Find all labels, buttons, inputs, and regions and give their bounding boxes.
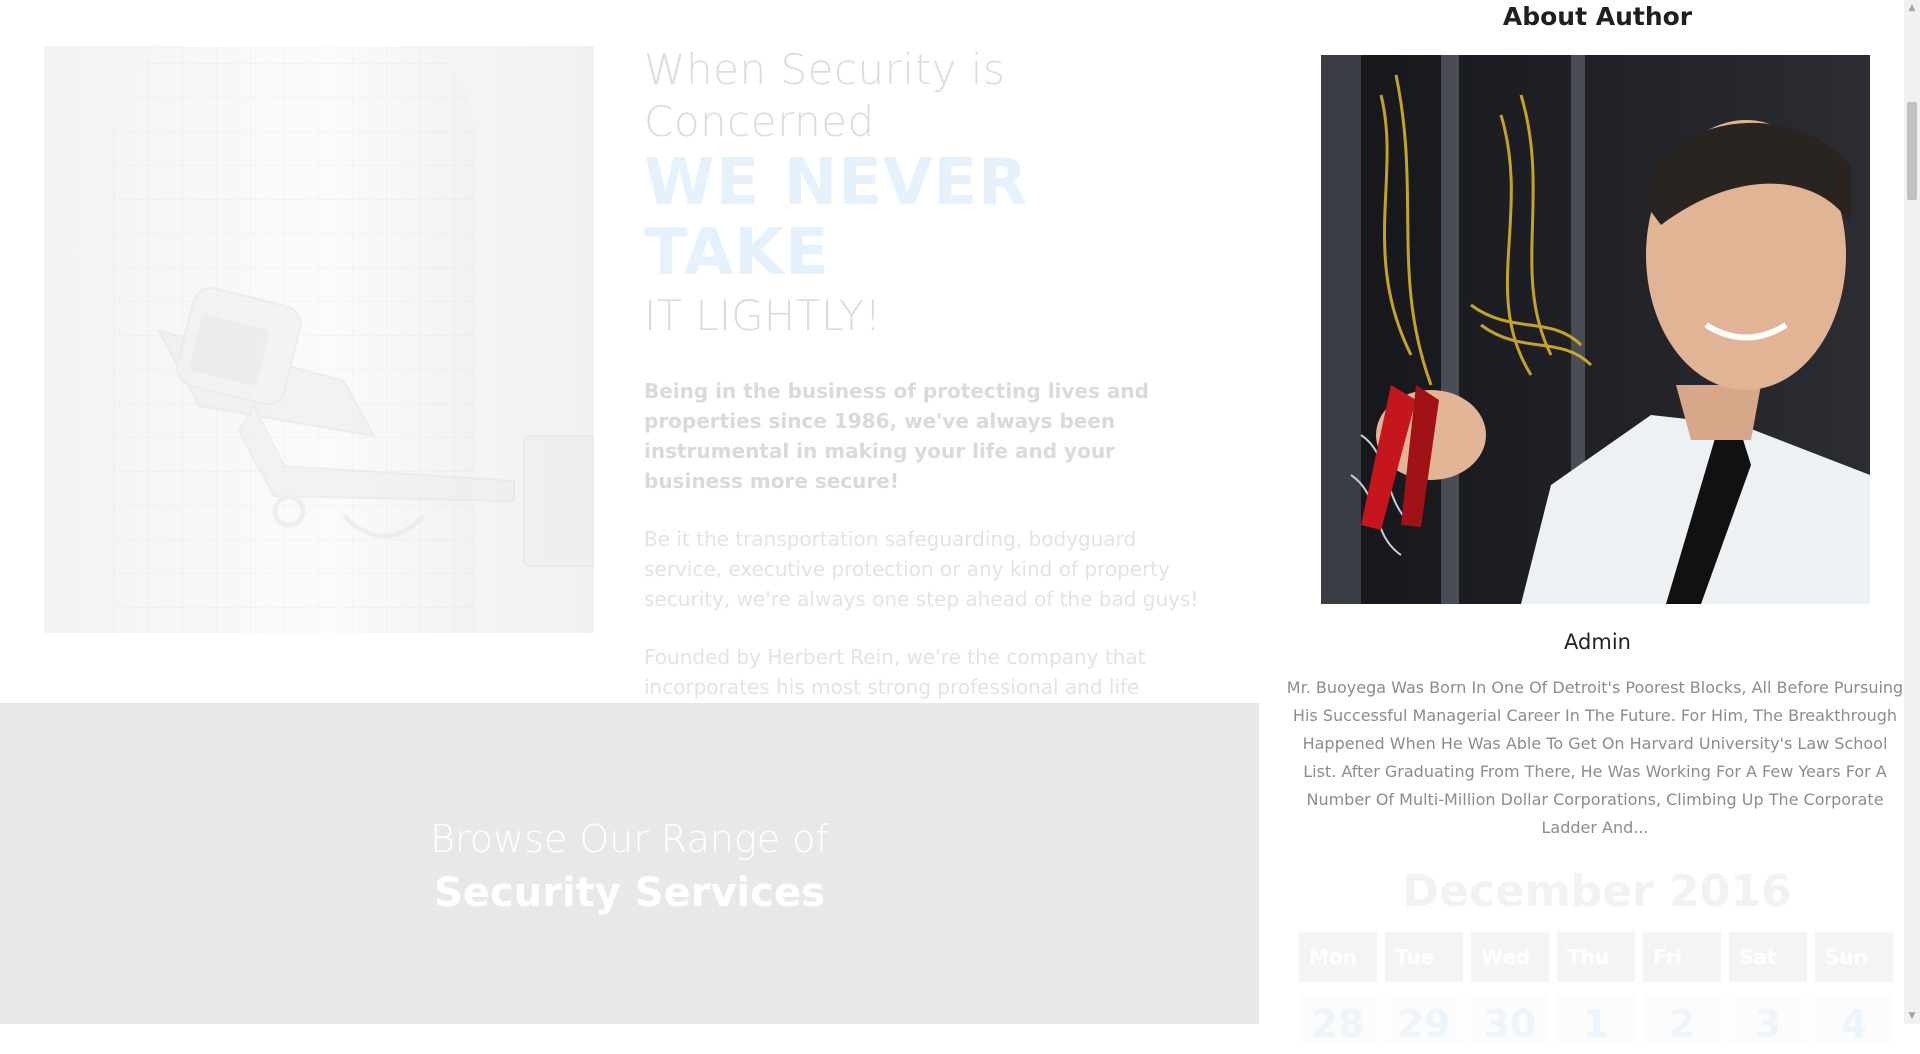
calendar-weekday: Sun xyxy=(1815,932,1893,982)
author-portrait-icon xyxy=(1321,55,1870,604)
calendar-day[interactable]: 3 xyxy=(1729,994,1807,1046)
calendar-day[interactable]: 29 xyxy=(1385,994,1463,1046)
services-title-line2: Security Services xyxy=(434,870,825,916)
arrow-up-icon[interactable]: ▲ xyxy=(1904,0,1920,16)
hero-heading-line3: IT LIGHTLY! xyxy=(644,291,882,340)
about-author-title: About Author xyxy=(1502,2,1693,31)
calendar-widget: December 2016 Mon Tue Wed Thu Fri Sat Su… xyxy=(1299,864,1899,1046)
hero-paragraph-1: Be it the transportation safeguarding, b… xyxy=(644,527,1199,611)
hero-text-block: When Security is Concerned WE NEVER TAKE… xyxy=(644,44,1224,732)
calendar-day[interactable]: 30 xyxy=(1471,994,1549,1046)
author-portrait-image[interactable] xyxy=(1321,55,1870,604)
page-scrollbar[interactable]: ▲ ▼ xyxy=(1904,0,1920,1024)
calendar-weekday: Sat xyxy=(1729,932,1807,982)
calendar-weekday: Fri xyxy=(1643,932,1721,982)
calendar-weekday: Mon xyxy=(1299,932,1377,982)
calendar-day[interactable]: 28 xyxy=(1299,994,1377,1046)
sidebar: About Author Admin Mr. Buoyega Was Born … xyxy=(1259,0,1904,1046)
calendar-weekday: Thu xyxy=(1557,932,1635,982)
services-title-line1: Browse Our Range of xyxy=(430,817,829,861)
hero-heading-line2: WE NEVER TAKE xyxy=(644,146,1029,290)
calendar-weekday: Tue xyxy=(1385,932,1463,982)
calendar-day[interactable]: 2 xyxy=(1643,994,1721,1046)
calendar-weekday: Wed xyxy=(1471,932,1549,982)
calendar-grid: Mon Tue Wed Thu Fri Sat Sun 28 29 30 1 2… xyxy=(1299,932,1899,1046)
calendar-day[interactable]: 1 xyxy=(1557,994,1635,1046)
scrollbar-thumb[interactable] xyxy=(1907,102,1917,200)
security-camera-icon xyxy=(157,286,594,567)
calendar-title: December 2016 xyxy=(1402,866,1792,917)
arrow-down-icon[interactable]: ▼ xyxy=(1904,1008,1920,1024)
security-camera-image xyxy=(44,46,594,633)
calendar-day[interactable]: 4 xyxy=(1815,994,1893,1046)
hero-heading-line1: When Security is Concerned xyxy=(644,45,1006,146)
about-company-section: When Security is Concerned WE NEVER TAKE… xyxy=(0,0,1259,729)
author-name[interactable]: Admin xyxy=(1259,628,1920,656)
author-bio: Mr. Buoyega Was Born In One Of Detroit's… xyxy=(1286,678,1904,837)
services-section: Browse Our Range of Security Services xyxy=(0,703,1259,1024)
services-title: Browse Our Range of Security Services xyxy=(0,813,1259,921)
hero-lead-paragraph: Being in the business of protecting live… xyxy=(644,379,1149,493)
